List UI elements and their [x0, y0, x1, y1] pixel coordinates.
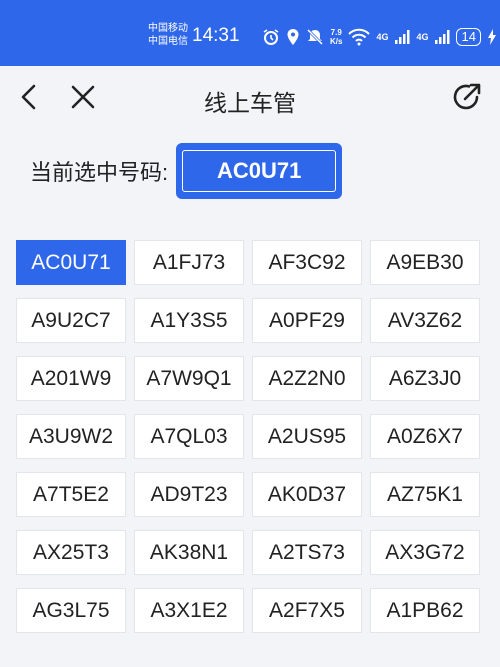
carrier-info: 中国移动 中国电信 — [148, 22, 188, 48]
charging-icon — [487, 29, 496, 45]
status-icons: 7.9 K/s 4G 4G 14 — [262, 25, 497, 49]
plate-option[interactable]: AK0D37 — [252, 472, 362, 517]
current-selection-label: 当前选中号码: — [30, 160, 169, 185]
plate-option[interactable]: A7T5E2 — [16, 472, 126, 517]
plate-option[interactable]: AX3G72 — [370, 530, 480, 575]
plate-option[interactable]: A9U2C7 — [16, 298, 126, 343]
plate-option[interactable]: AD9T23 — [134, 472, 244, 517]
plate-option[interactable]: A2US95 — [252, 414, 362, 459]
alarm-icon — [263, 29, 279, 45]
plate-option[interactable]: A2F7X5 — [252, 588, 362, 633]
plate-option[interactable]: A0Z6X7 — [370, 414, 480, 459]
plate-option[interactable]: A7W9Q1 — [134, 356, 244, 401]
plate-option[interactable]: A2TS73 — [252, 530, 362, 575]
carrier-2: 中国电信 — [148, 36, 188, 47]
carrier-1: 中国移动 — [148, 23, 188, 34]
wifi-icon — [348, 28, 371, 46]
current-selection-box: AC0U71 — [176, 143, 343, 199]
plate-option[interactable]: AK38N1 — [134, 530, 244, 575]
current-selection: 当前选中号码: AC0U71 — [30, 143, 343, 199]
battery-level: 14 — [456, 28, 481, 46]
plate-option[interactable]: A1FJ73 — [134, 240, 244, 285]
network-type-1: 4G — [376, 32, 389, 42]
mute-icon — [306, 28, 324, 46]
status-bar: 中国移动 中国电信 14:31 7.9 K/s 4G 4G 14 — [0, 0, 500, 66]
plate-option[interactable]: A9EB30 — [370, 240, 480, 285]
network-speed-value: 7.9 — [330, 28, 342, 37]
network-type-2: 4G — [416, 32, 429, 42]
page-title: 线上车管 — [204, 90, 296, 116]
network-speed: 7.9 K/s — [330, 28, 342, 46]
plate-option-selected[interactable]: AC0U71 — [16, 240, 126, 285]
plate-option[interactable]: AZ75K1 — [370, 472, 480, 517]
location-icon — [287, 29, 299, 45]
signal-icon-1 — [395, 30, 410, 44]
status-time: 14:31 — [192, 25, 240, 46]
plate-option[interactable]: AG3L75 — [16, 588, 126, 633]
plate-option[interactable]: A3X1E2 — [134, 588, 244, 633]
plate-option[interactable]: AF3C92 — [252, 240, 362, 285]
plate-option[interactable]: A7QL03 — [134, 414, 244, 459]
plate-option[interactable]: AV3Z62 — [370, 298, 480, 343]
plate-option[interactable]: A3U9W2 — [16, 414, 126, 459]
plate-option[interactable]: A0PF29 — [252, 298, 362, 343]
plate-option[interactable]: A1Y3S5 — [134, 298, 244, 343]
plate-grid: AC0U71 A1FJ73 AF3C92 A9EB30 A9U2C7 A1Y3S5 A0PF… — [16, 240, 480, 633]
share-icon[interactable] — [450, 80, 484, 114]
app-bar: 线上车管 — [0, 66, 500, 128]
network-speed-unit: K/s — [330, 37, 343, 46]
plate-option[interactable]: A201W9 — [16, 356, 126, 401]
plate-option[interactable]: A6Z3J0 — [370, 356, 480, 401]
signal-icon-2 — [435, 30, 450, 44]
current-selection-value: AC0U71 — [182, 150, 337, 192]
plate-option[interactable]: AX25T3 — [16, 530, 126, 575]
plate-option[interactable]: A2Z2N0 — [252, 356, 362, 401]
plate-option[interactable]: A1PB62 — [370, 588, 480, 633]
